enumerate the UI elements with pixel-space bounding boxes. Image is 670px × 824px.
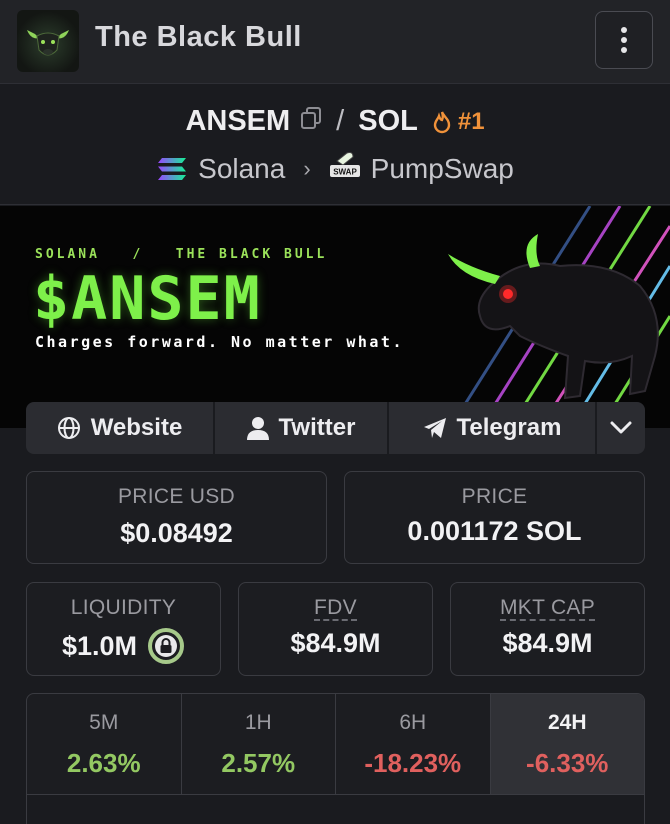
pumpswap-badge-text: SWAP: [333, 168, 357, 177]
chevron-right-icon: ›: [303, 155, 311, 181]
timeframe-6h[interactable]: 6H -18.23%: [336, 694, 491, 794]
pair-line: ANSEM / SOL #1: [0, 105, 670, 138]
timeframe-24h[interactable]: 24H -6.33%: [490, 694, 644, 794]
chain-name[interactable]: Solana: [198, 153, 285, 185]
telegram-label: Telegram: [456, 414, 562, 441]
pair-info: ANSEM / SOL #1 Solana › SWAP PumpSwap: [0, 85, 670, 205]
liquidity-card: LIQUIDITY $1.0M: [26, 582, 221, 676]
telegram-button[interactable]: Telegram: [389, 402, 597, 454]
menu-dot: [621, 47, 627, 53]
fdv-value: $84.9M: [290, 628, 381, 659]
pumpswap-icon: SWAP: [329, 151, 361, 186]
price-native-card: PRICE 0.001172 SOL: [344, 471, 645, 564]
chevron-down-icon: [610, 421, 632, 434]
banner-tagline: Charges forward. No matter what.: [35, 333, 404, 351]
site-title[interactable]: The Black Bull: [95, 21, 302, 54]
price-usd-label: PRICE USD: [117, 485, 236, 508]
lock-icon[interactable]: [147, 627, 185, 665]
app-header: The Black Bull: [0, 0, 670, 84]
mktcap-card: MKT CAP $84.9M: [450, 582, 645, 676]
banner-meta: SOLANA / THE BLACK BULL: [35, 247, 328, 262]
trending-rank[interactable]: #1: [432, 108, 485, 136]
chain-line: Solana › SWAP PumpSwap: [0, 151, 670, 186]
flame-icon: [433, 110, 451, 133]
website-label: Website: [90, 414, 183, 441]
liquidity-label: LIQUIDITY: [70, 596, 177, 619]
fdv-label[interactable]: FDV: [314, 596, 357, 622]
quote-symbol: SOL: [358, 105, 418, 137]
twitter-button[interactable]: Twitter: [215, 402, 389, 454]
telegram-icon: [423, 418, 446, 438]
solana-icon: [158, 157, 187, 180]
dex-name[interactable]: PumpSwap: [371, 153, 514, 185]
menu-button[interactable]: [595, 11, 653, 69]
rank-label: #1: [457, 107, 485, 135]
globe-icon: [57, 417, 80, 439]
token-banner: SOLANA / THE BLACK BULL $ANSEM Charges f…: [0, 206, 670, 428]
twitter-label: Twitter: [278, 414, 356, 441]
price-native-value: 0.001172 SOL: [407, 516, 582, 546]
timeframe-change: 2.57%: [221, 748, 296, 778]
timeframe-label: 24H: [547, 711, 587, 734]
timeframe-change: 2.63%: [66, 748, 141, 778]
price-usd-value: $0.08492: [120, 518, 233, 548]
mktcap-label[interactable]: MKT CAP: [499, 596, 596, 622]
stats-continuation: [26, 795, 645, 824]
price-native-label: PRICE: [461, 485, 528, 508]
vertical-dots-icon: [621, 27, 627, 33]
fdv-card: FDV $84.9M: [238, 582, 433, 676]
timeframe-change: -18.23%: [364, 748, 462, 778]
timeframe-label: 5M: [89, 711, 119, 734]
base-symbol: ANSEM: [185, 105, 291, 137]
timeframe-label: 6H: [399, 711, 427, 734]
liquidity-value: $1.0M: [61, 630, 138, 661]
timeframe-changes: 5M 2.63% 1H 2.57% 6H -18.23% 24H -6.33%: [26, 693, 645, 795]
website-button[interactable]: Website: [26, 402, 215, 454]
timeframe-change: -6.33%: [526, 748, 609, 778]
mktcap-value: $84.9M: [502, 628, 593, 659]
bull-artwork: [448, 206, 670, 428]
copy-icon[interactable]: [300, 105, 322, 138]
price-usd-card: PRICE USD $0.08492: [26, 471, 327, 564]
social-links: Website Twitter Telegram: [26, 402, 645, 454]
timeframe-label: 1H: [244, 711, 272, 734]
menu-dot: [621, 37, 627, 43]
bull-logo-icon[interactable]: [17, 10, 79, 72]
timeframe-5m[interactable]: 5M 2.63%: [27, 694, 182, 794]
more-links-button[interactable]: [597, 402, 645, 454]
pair-separator: /: [336, 105, 345, 137]
user-icon: [246, 417, 269, 440]
banner-title: $ANSEM: [33, 264, 262, 334]
timeframe-1h[interactable]: 1H 2.57%: [182, 694, 336, 794]
